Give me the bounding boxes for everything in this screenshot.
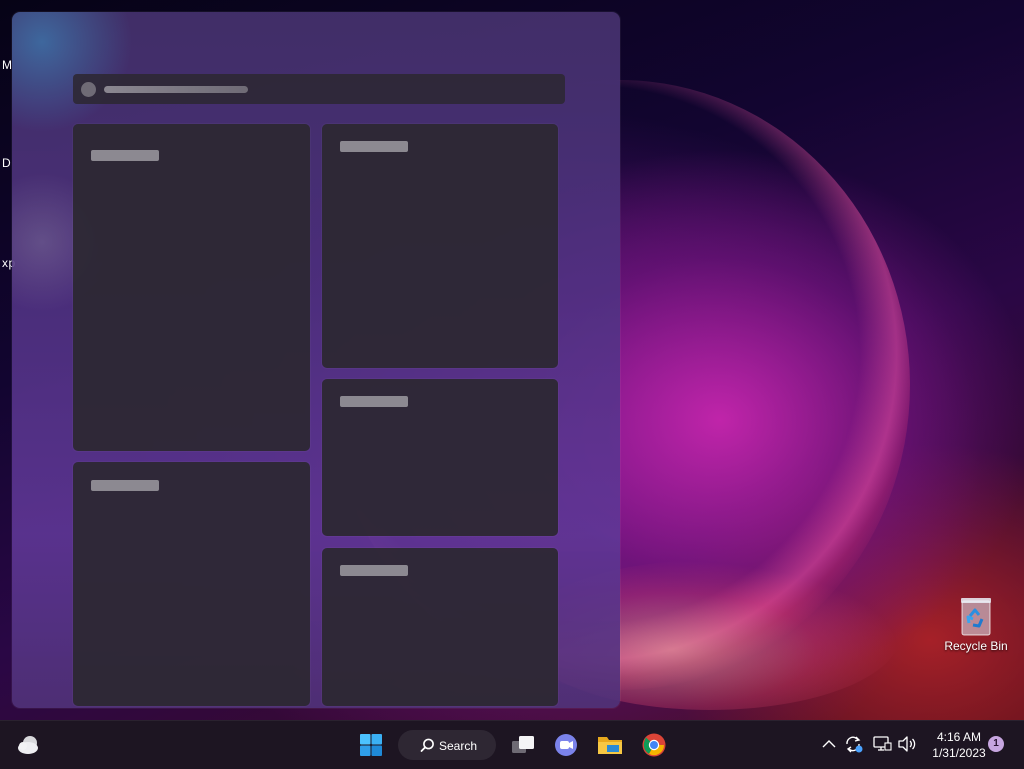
recycle-bin-desktop-icon[interactable]: Recycle Bin	[940, 595, 1012, 653]
widget-card-placeholder[interactable]	[322, 379, 558, 536]
chat-icon	[555, 734, 577, 756]
widget-card-placeholder[interactable]	[73, 124, 310, 451]
sync-icon	[846, 736, 863, 753]
desktop-icon-label-partial[interactable]: M	[2, 58, 13, 72]
sync-status-button[interactable]	[843, 734, 865, 754]
chevron-up-icon	[822, 740, 836, 748]
windows-logo-icon	[360, 734, 382, 756]
network-icon	[873, 736, 892, 751]
task-view-icon	[512, 736, 534, 753]
show-hidden-icons-button[interactable]	[820, 735, 838, 753]
search-icon	[420, 738, 434, 752]
speaker-icon	[898, 736, 916, 752]
start-button[interactable]	[359, 733, 383, 757]
desktop-icon-label-partial[interactable]: D	[2, 156, 11, 170]
taskbar: Search 4:16 AM 1/31/2023	[0, 720, 1024, 769]
network-button[interactable]	[872, 734, 892, 754]
recycle-bin-label: Recycle Bin	[944, 639, 1008, 653]
text-placeholder	[104, 86, 248, 93]
chrome-button[interactable]	[642, 733, 666, 757]
volume-button[interactable]	[897, 734, 917, 754]
folder-icon	[598, 737, 622, 754]
taskbar-search-button[interactable]: Search	[398, 730, 496, 760]
chrome-icon	[642, 733, 666, 757]
weather-widget-button[interactable]	[16, 733, 40, 757]
clock-date: 1/31/2023	[932, 746, 986, 760]
notification-center-badge[interactable]: 1	[988, 736, 1004, 752]
file-explorer-button[interactable]	[597, 733, 622, 757]
widget-title-placeholder	[91, 480, 159, 491]
widget-card-placeholder[interactable]	[73, 462, 310, 706]
widget-card-placeholder[interactable]	[322, 548, 558, 706]
widget-title-placeholder	[340, 396, 408, 407]
task-view-button[interactable]	[510, 733, 534, 757]
widget-title-placeholder	[340, 565, 408, 576]
widget-title-placeholder	[340, 141, 408, 152]
widgets-search-placeholder	[73, 74, 565, 104]
clock-time: 4:16 AM	[936, 730, 982, 744]
widget-card-placeholder[interactable]	[322, 124, 558, 368]
widgets-panel[interactable]	[12, 12, 620, 708]
teams-chat-button[interactable]	[553, 733, 577, 757]
widget-title-placeholder	[91, 150, 159, 161]
cloud-icon	[18, 736, 38, 754]
search-label: Search	[439, 739, 478, 753]
recycle-bin-icon	[959, 595, 993, 636]
avatar-placeholder	[81, 82, 96, 97]
taskbar-clock[interactable]: 4:16 AM 1/31/2023	[922, 729, 996, 761]
